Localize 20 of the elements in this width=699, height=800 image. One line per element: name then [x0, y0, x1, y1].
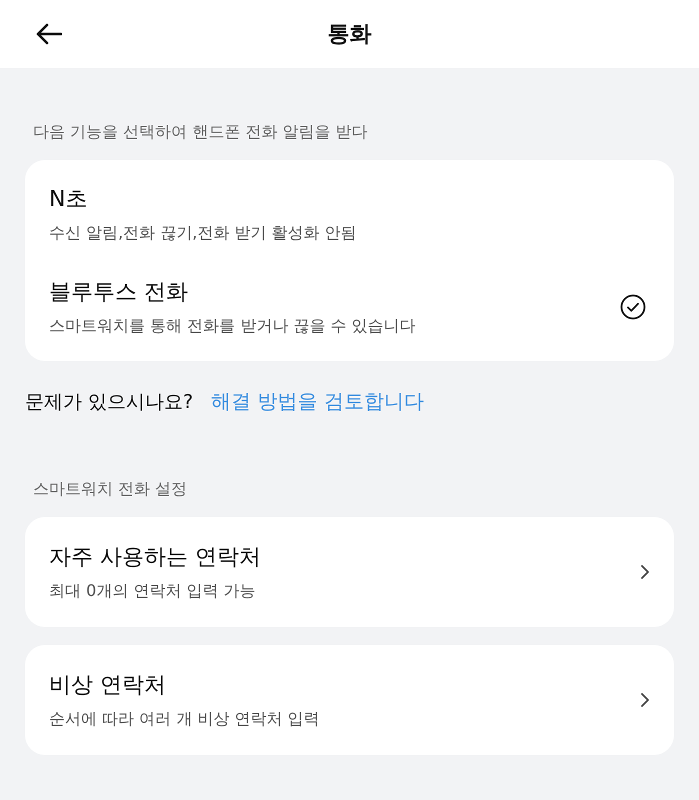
page-title: 통화: [328, 21, 372, 49]
section-label: 스마트워치 전화 설정: [32, 479, 188, 500]
option-description: 스마트워치를 통해 전화를 받거나 끊을 수 있습니다: [49, 316, 416, 337]
setting-title: 비상 연락처: [49, 672, 167, 700]
chevron-right-icon: [640, 692, 650, 708]
settings-card[interactable]: 자주 사용하는 연락처 최대 0개의 연락처 입력 가능: [25, 517, 674, 627]
option-title: 블루투스 전화: [49, 279, 189, 307]
option-item[interactable]: 블루투스 전화 스마트워치를 통해 전화를 받거나 끊을 수 있습니다: [25, 263, 674, 361]
help-question: 문제가 있으시나요?: [25, 390, 194, 414]
setting-description: 최대 0개의 연락처 입력 가능: [49, 581, 257, 602]
back-arrow-icon[interactable]: [36, 23, 62, 45]
option-description: 수신 알림,전화 끊기,전화 받기 활성화 안됨: [49, 223, 357, 244]
option-item[interactable]: N초 수신 알림,전화 끊기,전화 받기 활성화 안됨: [25, 160, 674, 263]
settings-card[interactable]: 비상 연락처 순서에 따라 여러 개 비상 연락처 입력: [25, 645, 674, 755]
setting-description: 순서에 따라 여러 개 비상 연락처 입력: [49, 709, 320, 730]
section-label: 다음 기능을 선택하여 핸드폰 전화 알림을 받다: [32, 122, 369, 143]
setting-title: 자주 사용하는 연락처: [49, 544, 261, 572]
chevron-right-icon: [640, 564, 650, 580]
option-title: N초: [49, 186, 88, 214]
check-circle-icon: [620, 294, 646, 320]
